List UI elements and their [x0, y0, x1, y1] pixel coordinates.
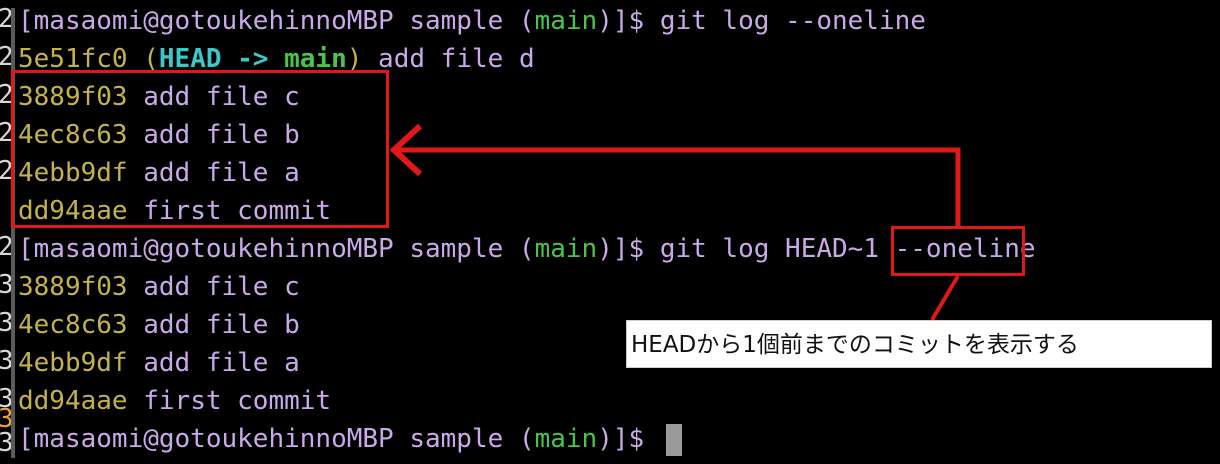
- log-line: 4ebb9df add file a: [18, 344, 300, 382]
- prompt-line: [masaomi@gotoukehinnoMBP sample (main)]$…: [18, 2, 926, 40]
- prompt-text: [masaomi@gotoukehinnoMBP sample (: [18, 424, 535, 454]
- prompt-branch: main: [534, 424, 598, 454]
- log-line: 3889f03 add file c: [18, 268, 300, 306]
- commit-hash: 3889f03: [18, 272, 128, 302]
- prompt-suffix: )]$: [597, 424, 660, 454]
- highlight-box-output: [11, 70, 389, 228]
- prompt-suffix: )]$: [597, 234, 660, 264]
- log-line: 4ec8c63 add file b: [18, 306, 300, 344]
- commit-hash: dd94aae: [18, 386, 128, 416]
- annotation-callout: HEADから1個前までのコミットを表示する: [626, 320, 1212, 368]
- commit-message: first commit: [127, 386, 332, 416]
- arrow-head-icon: [389, 123, 423, 177]
- highlight-box-head-arg: [891, 226, 1025, 276]
- commit-hash: 4ebb9df: [18, 348, 128, 378]
- prompt-suffix: )]$: [597, 6, 660, 36]
- prompt-branch: main: [534, 6, 598, 36]
- commit-message: add file c: [127, 272, 300, 302]
- text-cursor[interactable]: [665, 423, 682, 456]
- log-line: dd94aae first commit: [18, 382, 331, 420]
- commit-hash: 4ec8c63: [18, 310, 128, 340]
- commit-message: add file b: [127, 310, 300, 340]
- prompt-line-active[interactable]: [masaomi@gotoukehinnoMBP sample (main)]$: [18, 420, 682, 458]
- callout-pointer-line: [930, 274, 960, 322]
- command-highlight: HEAD~1: [785, 234, 879, 264]
- command-text: git log --oneline: [659, 6, 926, 36]
- terminal-window[interactable]: 2 2 2 2 2 2 3 3 3 3 3 3 [masaomi@gotouke…: [0, 0, 1220, 464]
- prompt-text: [masaomi@gotoukehinnoMBP sample (: [18, 234, 535, 264]
- prompt-branch: main: [534, 234, 598, 264]
- commit-message: add file a: [127, 348, 300, 378]
- prompt-line: [masaomi@gotoukehinnoMBP sample (main)]$…: [18, 230, 1036, 268]
- arrow-connector-line: [396, 147, 961, 226]
- prompt-text: [masaomi@gotoukehinnoMBP sample (: [18, 6, 535, 36]
- command-text: git log: [659, 234, 786, 264]
